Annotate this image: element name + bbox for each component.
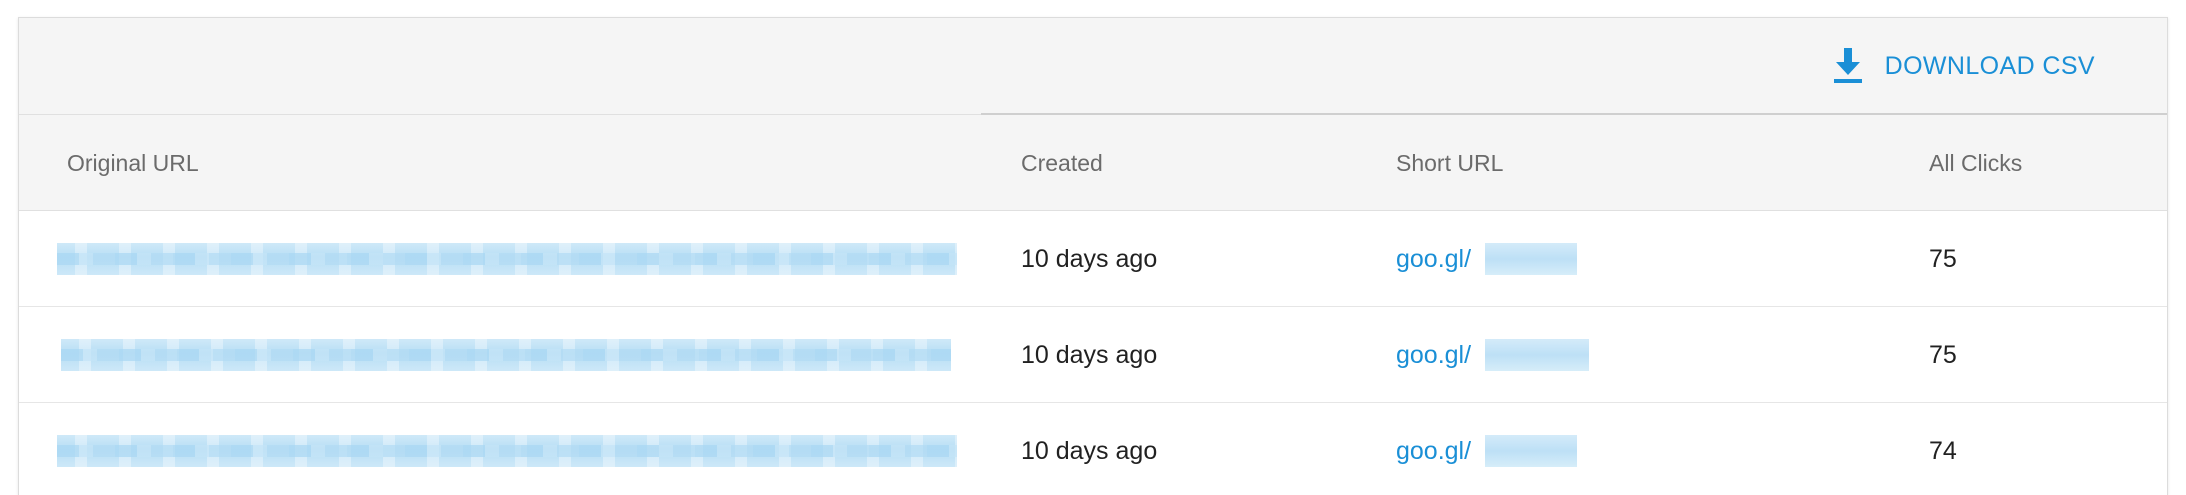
column-header-original-url[interactable]: Original URL [67, 115, 199, 211]
short-url-redacted [1485, 435, 1577, 467]
created-cell: 10 days ago [1021, 245, 1158, 273]
created-cell: 10 days ago [1021, 437, 1158, 465]
column-header-all-clicks[interactable]: All Clicks [1929, 115, 2022, 211]
url-table-panel: DOWNLOAD CSV Original URL Created Short … [18, 17, 2168, 495]
download-icon [1833, 48, 1862, 83]
short-url-link[interactable]: goo.gl/ [1396, 211, 1471, 307]
column-header-created[interactable]: Created [1021, 115, 1103, 211]
clicks-cell: 74 [1929, 437, 1957, 465]
table-row[interactable]: 10 days ago goo.gl/ 75 [19, 211, 2167, 307]
short-url-redacted [1485, 339, 1589, 371]
table-toolbar: DOWNLOAD CSV [19, 18, 2167, 115]
created-cell: 10 days ago [1021, 341, 1158, 369]
clicks-cell: 75 [1929, 341, 1957, 369]
download-csv-button[interactable]: DOWNLOAD CSV [1833, 46, 2095, 86]
clicks-cell: 75 [1929, 245, 1957, 273]
column-header-short-url[interactable]: Short URL [1396, 115, 1503, 211]
original-url-redacted[interactable] [57, 435, 957, 467]
table-row[interactable]: 10 days ago goo.gl/ 74 [19, 403, 2167, 495]
table-header-row: Original URL Created Short URL All Click… [19, 115, 2167, 211]
original-url-redacted[interactable] [57, 243, 957, 275]
short-url-link[interactable]: goo.gl/ [1396, 403, 1471, 495]
table-row[interactable]: 10 days ago goo.gl/ 75 [19, 307, 2167, 403]
short-url-link[interactable]: goo.gl/ [1396, 307, 1471, 403]
original-url-redacted[interactable] [61, 339, 951, 371]
short-url-redacted [1485, 243, 1577, 275]
download-csv-label: DOWNLOAD CSV [1884, 51, 2095, 80]
